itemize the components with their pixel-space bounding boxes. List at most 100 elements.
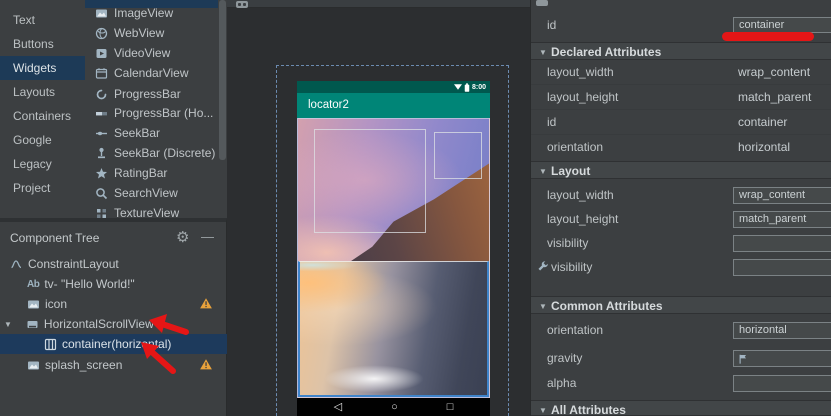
minimize-icon[interactable]: — [201, 229, 214, 244]
device-preview[interactable]: 8:00 locator2 ◁ ○ □ [297, 81, 490, 416]
imageview-icon [27, 359, 40, 372]
alpha-field[interactable] [733, 375, 831, 392]
chevron-collapse-icon[interactable]: ▼ [539, 406, 547, 415]
widget-item-webview[interactable]: WebView [85, 23, 218, 43]
widget-item-label: RatingBar [114, 166, 167, 180]
scrollbar-thumb[interactable] [219, 0, 226, 160]
attr-row: id container [531, 110, 831, 135]
attr-label: id [547, 115, 556, 129]
palette-category-containers[interactable]: Containers [0, 104, 85, 128]
attr-value[interactable]: wrap_content [738, 65, 810, 79]
tree-item-label: HorizontalScrollView [44, 317, 154, 331]
attr-label: id [547, 18, 556, 32]
widget-item-progressbar[interactable]: ProgressBar [85, 84, 218, 104]
attr-label: visibility [547, 236, 588, 250]
attr-value[interactable]: match_parent [738, 90, 811, 104]
gear-icon[interactable]: ⚙ [176, 228, 189, 246]
nav-recents-icon[interactable]: □ [447, 402, 454, 413]
section-layout[interactable]: ▼ Layout [531, 161, 831, 179]
chevron-collapse-icon[interactable]: ▼ [539, 48, 547, 57]
tree-item-constraintlayout[interactable]: ConstraintLayout [0, 254, 227, 274]
ratingbar-icon [95, 167, 108, 180]
layout-width-dropdown[interactable]: wrap_content [733, 187, 831, 204]
tools-visibility-dropdown[interactable] [733, 259, 831, 276]
progressbar-icon [95, 88, 108, 101]
palette-category-project[interactable]: Project [0, 176, 85, 200]
palette-category-widgets[interactable]: Widgets [0, 56, 85, 80]
widget-item-label: WebView [114, 26, 164, 40]
widget-item-calendarview[interactable]: CalendarView [85, 63, 218, 83]
palette-panel: Text Buttons Widgets Layouts Containers … [0, 0, 227, 218]
widget-item-label: SeekBar (Discrete) [114, 146, 215, 160]
tree-item-container[interactable]: container(horizontal) [0, 334, 227, 354]
attr-label: orientation [547, 140, 603, 154]
linearlayout-horizontal-icon [44, 338, 57, 351]
device-icon[interactable] [236, 1, 248, 8]
id-input[interactable]: container [733, 17, 831, 33]
layout-height-dropdown[interactable]: match_parent [733, 211, 831, 228]
tree-item-textview[interactable]: Ab tv- "Hello World!" [0, 274, 227, 294]
attr-value[interactable]: container [738, 115, 787, 129]
widget-item-videoview[interactable]: VideoView [85, 43, 218, 63]
attr-row: visibility [531, 255, 831, 280]
tree-item-icon[interactable]: icon [0, 294, 227, 314]
tree-item-label: splash_screen [45, 358, 122, 372]
selected-container-outline [298, 261, 489, 397]
attr-label: layout_width [547, 188, 614, 202]
orientation-dropdown[interactable]: horizontal [733, 322, 831, 339]
palette-category-google[interactable]: Google [0, 128, 85, 152]
chevron-expand-icon[interactable]: ▼ [4, 320, 12, 329]
palette-widget-list: ImageView WebView VideoView CalendarView… [85, 0, 218, 218]
section-all-attributes[interactable]: ▼ All Attributes [531, 400, 831, 416]
section-common-attributes[interactable]: ▼ Common Attributes [531, 296, 831, 314]
widget-item-textureview[interactable]: TextureView [85, 203, 218, 218]
android-studio-layout-editor: Text Buttons Widgets Layouts Containers … [0, 0, 831, 416]
app-title: locator2 [308, 99, 349, 111]
chevron-collapse-icon[interactable]: ▼ [539, 167, 547, 176]
imageview-icon [27, 298, 40, 311]
chevron-collapse-icon[interactable]: ▼ [539, 302, 547, 311]
tree-item-splash-screen[interactable]: splash_screen [0, 355, 227, 375]
tree-item-label: tv- "Hello World!" [44, 277, 134, 291]
attr-label: gravity [547, 351, 582, 365]
palette-category-buttons[interactable]: Buttons [0, 32, 85, 56]
widget-item-label: SearchView [114, 186, 178, 200]
palette-category-legacy[interactable]: Legacy [0, 152, 85, 176]
widget-item-progressbar-horizontal[interactable]: ProgressBar (Ho... [85, 103, 218, 123]
section-declared-attributes[interactable]: ▼ Declared Attributes [531, 42, 831, 60]
warning-icon [199, 358, 213, 371]
webview-icon [95, 27, 108, 40]
attr-row: layout_height match_parent [531, 207, 831, 232]
palette-category-list: Text Buttons Widgets Layouts Containers … [0, 0, 85, 218]
widget-item-label: SeekBar [114, 126, 160, 140]
wrench-icon [537, 260, 549, 272]
flag-icon[interactable] [738, 353, 749, 365]
design-surface[interactable]: 8:00 locator2 ◁ ○ □ [227, 0, 530, 416]
visibility-dropdown[interactable] [733, 235, 831, 252]
widget-item-seekbar[interactable]: SeekBar [85, 123, 218, 143]
palette-scrollbar[interactable] [218, 0, 227, 218]
component-icon-fragment [536, 0, 548, 6]
palette-category-layouts[interactable]: Layouts [0, 80, 85, 104]
widget-item-label: TextureView [114, 206, 179, 218]
widget-item-seekbar-discrete[interactable]: SeekBar (Discrete) [85, 143, 218, 163]
attr-label: visibility [551, 260, 592, 274]
component-tree-title: Component Tree [10, 231, 99, 245]
gravity-field[interactable] [733, 350, 831, 367]
background-image-preview[interactable] [297, 118, 490, 398]
attr-row-id: id container [531, 8, 831, 42]
videoview-icon [95, 47, 108, 60]
palette-category-text[interactable]: Text [0, 8, 85, 32]
attr-value[interactable]: horizontal [738, 140, 790, 154]
component-tree-panel: Component Tree ⚙ — ConstraintLayout Ab t… [0, 218, 227, 416]
widget-item-ratingbar[interactable]: RatingBar [85, 163, 218, 183]
nav-home-icon[interactable]: ○ [391, 402, 398, 413]
attr-row: alpha [531, 371, 831, 396]
widget-item-searchview[interactable]: SearchView [85, 183, 218, 203]
tree-item-label: ConstraintLayout [28, 257, 119, 271]
widget-item-imageview[interactable]: ImageView [85, 3, 218, 23]
section-title: Common Attributes [551, 299, 663, 313]
nav-back-icon[interactable]: ◁ [334, 402, 342, 413]
tree-item-horizontalscrollview[interactable]: ▼ HorizontalScrollView [0, 314, 227, 334]
attr-row: orientation horizontal [531, 318, 831, 343]
